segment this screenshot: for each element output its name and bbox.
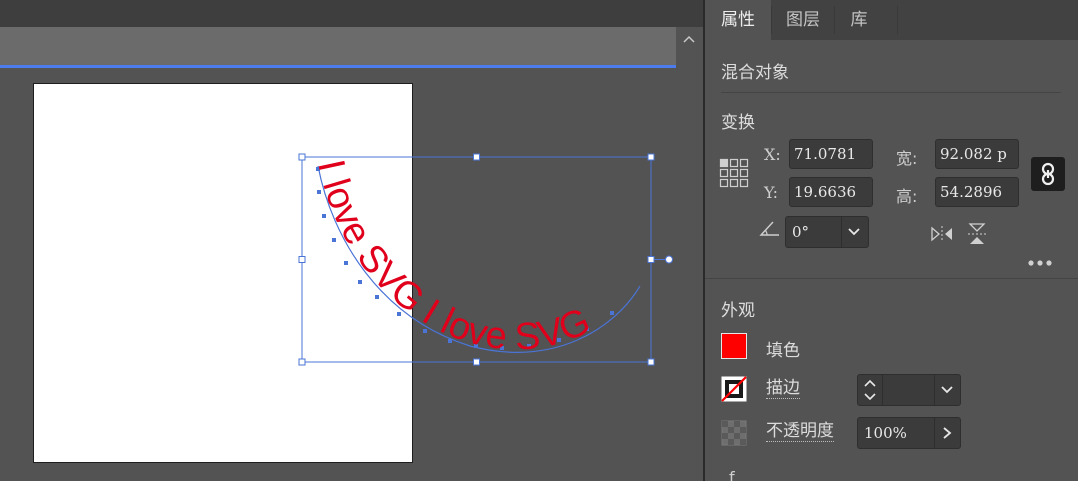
panel-tab-bar: 属性 图层 库 [705,0,1078,40]
height-label: 高: [896,187,918,206]
field-separator [934,418,935,448]
divider [721,92,1061,93]
path-text[interactable]: I love SVG I love SVG [309,156,596,359]
width-value: 92.082 p [940,145,1007,163]
stroke-none-swatch-icon[interactable] [721,376,747,402]
angle-icon [759,221,779,236]
properties-panel: 属性 图层 库 混合对象 变换 X: 71.0781 宽: 92.082 p Y… [705,0,1078,481]
artwork-layer[interactable]: I love SVG I love SVG [0,68,676,481]
height-value: 54.2896 [940,183,1003,201]
ellipsis-icon[interactable] [1027,258,1053,268]
chevron-right-icon[interactable] [940,426,954,440]
x-label: X: [764,145,781,164]
tab-layers[interactable]: 图层 [772,0,834,40]
application-bar [0,0,676,27]
x-input[interactable]: 71.0781 [789,139,873,169]
rotate-handle[interactable] [665,255,673,264]
flip-horizontal-icon[interactable] [931,225,953,243]
x-value: 71.0781 [794,145,857,163]
appearance-section-title: 外观 [721,301,755,321]
gutter-top [676,0,703,27]
tab-libraries[interactable]: 库 [835,0,883,40]
angle-value: 0° [792,223,810,241]
chevron-down-icon[interactable] [846,225,862,239]
tab-separator [897,6,898,34]
fill-label: 填色 [766,341,800,361]
transform-section-title: 变换 [721,113,755,133]
y-input[interactable]: 19.6636 [789,177,873,207]
next-section-title-partial: f [729,468,735,481]
object-type-label: 混合对象 [721,63,789,83]
tab-properties[interactable]: 属性 [705,0,771,40]
y-label: Y: [764,183,778,202]
field-separator [934,375,935,405]
width-label: 宽: [896,149,918,168]
stepper-icon[interactable] [862,377,878,403]
vertical-scrollbar[interactable] [676,27,703,481]
document-tab-bar [0,27,676,65]
opacity-value: 100% [864,424,907,442]
width-input[interactable]: 92.082 p [935,139,1019,169]
reference-point-grid-icon[interactable] [719,158,749,188]
field-separator [882,375,883,405]
dropdown-separator [841,217,842,247]
flip-vertical-icon[interactable] [967,223,987,245]
rotate-angle-dropdown[interactable]: 0° [785,216,869,248]
path-text-content: I love SVG I love SVG [309,156,596,359]
stroke-weight-input[interactable] [857,374,961,406]
fill-color-swatch[interactable] [721,333,747,359]
canvas[interactable]: I love SVG I love SVG [0,68,676,481]
divider [705,278,1078,279]
y-value: 19.6636 [794,183,857,201]
opacity-label[interactable]: 不透明度 [766,421,834,442]
opacity-checker-icon [721,420,747,446]
stroke-label[interactable]: 描边 [766,378,800,399]
height-input[interactable]: 54.2896 [935,177,1019,207]
document-area: I love SVG I love SVG [0,0,676,481]
chevron-down-icon[interactable] [939,383,955,397]
chevron-up-icon[interactable] [681,31,697,47]
opacity-input[interactable]: 100% [857,417,961,449]
constrain-proportions-button[interactable] [1031,157,1065,191]
link-icon [1041,162,1055,186]
